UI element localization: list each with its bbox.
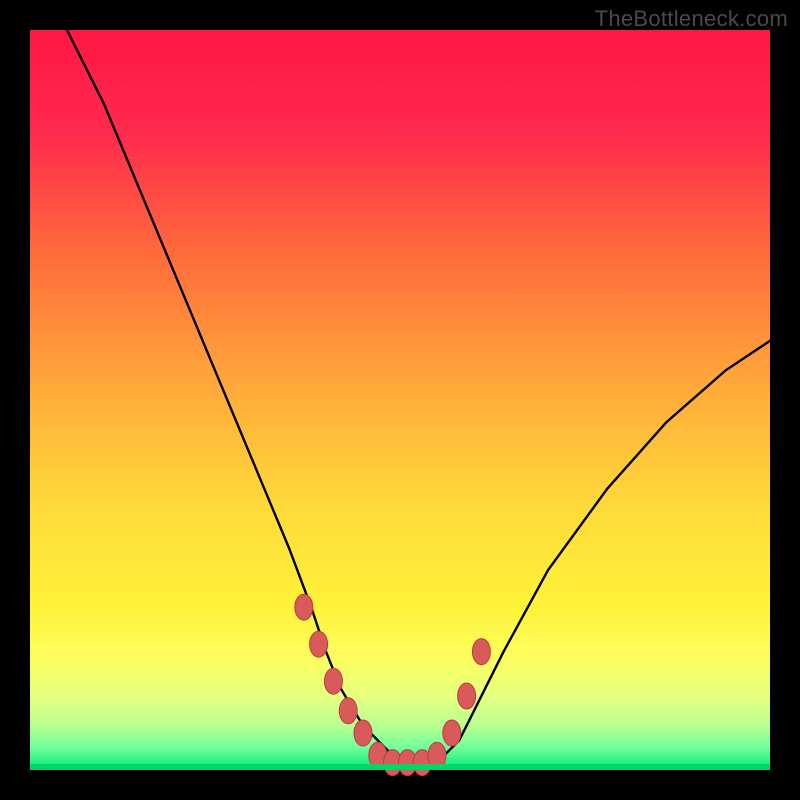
chart-svg [30,30,770,770]
marker-point [295,594,313,620]
marker-point [354,720,372,746]
marker-point [324,668,342,694]
marker-point [339,698,357,724]
bottleneck-curve [67,30,770,763]
watermark-text: TheBottleneck.com [595,6,788,32]
marker-point [472,639,490,665]
marker-point [458,683,476,709]
marker-point [443,720,461,746]
plot-area [30,30,770,770]
marker-group [295,594,491,775]
bottom-accent-strip [30,764,770,770]
marker-point [310,631,328,657]
outer-frame: TheBottleneck.com [0,0,800,800]
